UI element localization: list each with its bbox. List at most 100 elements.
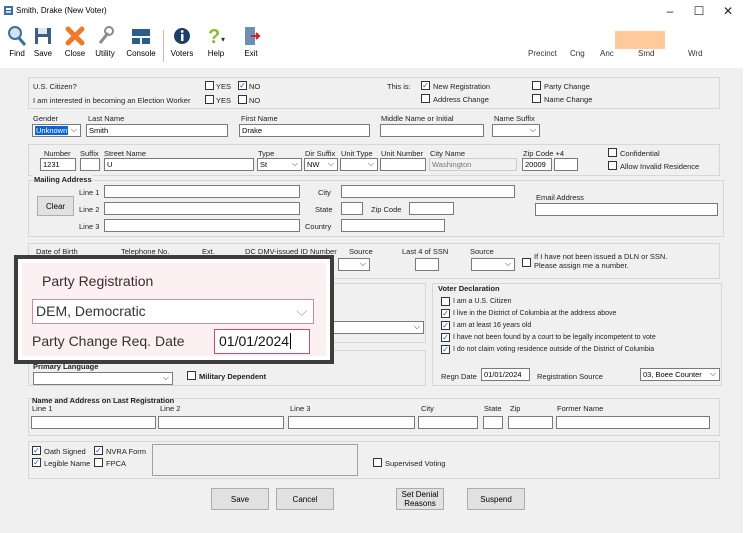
declaration-label: I am at least 16 years old	[453, 322, 532, 329]
number-input[interactable]: 1231	[40, 158, 76, 171]
console-button[interactable]: Console	[124, 25, 158, 58]
close-toolbar-button[interactable]: Close	[62, 25, 88, 58]
citizen-no-checkbox[interactable]: ✓	[238, 81, 247, 90]
last-reg-state-input[interactable]	[483, 416, 503, 429]
dir-suffix-select[interactable]: NW	[304, 158, 338, 171]
cng-label: Cng	[570, 49, 585, 58]
worker-no-checkbox[interactable]	[238, 95, 247, 104]
gender-select[interactable]: Unknown	[32, 124, 81, 137]
zip4-input[interactable]	[554, 158, 578, 171]
email-label: Email Address	[536, 193, 584, 202]
minimize-button[interactable]: –	[655, 2, 685, 20]
help-button[interactable]: ? ▾ Help	[202, 25, 230, 58]
city-name-label: City Name	[430, 149, 466, 158]
suspend-button[interactable]: Suspend	[467, 488, 525, 510]
no-dln-checkbox[interactable]	[522, 258, 531, 267]
party-change-label: Party Change	[544, 82, 590, 91]
mailing-state-input[interactable]	[341, 202, 363, 215]
exit-button[interactable]: Exit	[237, 25, 265, 58]
console-icon	[132, 29, 150, 44]
dmv-source-select[interactable]	[338, 258, 370, 271]
mailing-line3-input[interactable]	[104, 219, 300, 232]
unit-number-input[interactable]	[380, 158, 426, 171]
regn-date-input[interactable]: 01/01/2024	[481, 368, 530, 381]
name-change-checkbox[interactable]	[532, 94, 541, 103]
legible-name-checkbox[interactable]: ✓	[32, 458, 41, 467]
set-denial-reasons-button[interactable]: Set Denial Reasons	[396, 488, 444, 510]
smd-highlight	[615, 31, 665, 49]
legible-name-label: Legible Name	[44, 459, 91, 468]
save-button[interactable]: Save	[211, 488, 269, 510]
party-change-date-input[interactable]: 01/01/2024	[214, 329, 310, 354]
save-toolbar-button[interactable]: Save	[32, 25, 54, 58]
window-title: Smith, Drake (New Voter)	[16, 6, 107, 15]
declaration-checkbox[interactable]: ✓	[441, 345, 450, 354]
name-suffix-select[interactable]	[492, 124, 540, 137]
registration-source-select[interactable]: 03, Boee Counter	[640, 368, 720, 381]
this-is-label: This is:	[387, 82, 411, 91]
new-registration-checkbox[interactable]: ✓	[421, 81, 430, 90]
declaration-label: I am a U.S. Citizen	[453, 298, 512, 305]
suffix-label: Suffix	[80, 149, 99, 158]
former-name-label: Former Name	[557, 404, 604, 413]
utility-button[interactable]: Utility	[90, 25, 120, 58]
email-input[interactable]	[535, 203, 718, 216]
unit-type-select[interactable]	[340, 158, 378, 171]
ssn-source-select[interactable]	[471, 258, 515, 271]
declaration-checkbox[interactable]	[441, 297, 450, 306]
last-reg-line3-input[interactable]	[288, 416, 415, 429]
last-reg-city-input[interactable]	[418, 416, 478, 429]
oath-signed-checkbox[interactable]: ✓	[32, 446, 41, 455]
zip-input[interactable]: 20009	[522, 158, 552, 171]
party-select[interactable]: DEM, Democratic ⌵	[32, 299, 314, 324]
primary-language-select[interactable]	[33, 372, 173, 385]
fpca-checkbox[interactable]	[94, 458, 103, 467]
declaration-checkbox[interactable]: ✓	[441, 321, 450, 330]
supervised-voting-checkbox[interactable]	[373, 458, 382, 467]
last-name-input[interactable]: Smith	[86, 124, 228, 137]
last-reg-zip-label: Zip	[510, 404, 521, 413]
party-hidden-select[interactable]	[320, 321, 424, 334]
last-reg-line2-input[interactable]	[158, 416, 284, 429]
cancel-button[interactable]: Cancel	[276, 488, 334, 510]
mailing-title: Mailing Address	[33, 175, 93, 184]
declaration-checkbox[interactable]: ✓	[441, 333, 450, 342]
invalid-residence-checkbox[interactable]	[608, 161, 617, 170]
mailing-zip-input[interactable]	[409, 202, 454, 215]
notes-area[interactable]	[152, 444, 358, 476]
citizen-yes-checkbox[interactable]	[205, 81, 214, 90]
last-reg-city-label: City	[421, 404, 434, 413]
middle-name-input[interactable]	[380, 124, 484, 137]
declaration-title: Voter Declaration	[438, 284, 500, 293]
last-reg-zip-input[interactable]	[508, 416, 553, 429]
last-reg-line3-label: Line 3	[290, 404, 311, 413]
declaration-checkbox[interactable]: ✓	[441, 309, 450, 318]
voters-button[interactable]: Voters	[167, 25, 197, 58]
party-change-checkbox[interactable]	[532, 81, 541, 90]
worker-yes-checkbox[interactable]	[205, 95, 214, 104]
wrd-label: Wrd	[688, 49, 703, 58]
street-input[interactable]: U	[104, 158, 254, 171]
middle-name-label: Middle Name or Initial	[381, 114, 454, 123]
regn-date-label: Regn Date	[441, 372, 477, 381]
ssn-input[interactable]	[415, 258, 439, 271]
address-change-checkbox[interactable]	[421, 94, 430, 103]
mailing-country-input[interactable]	[341, 219, 445, 232]
ssn-label: Last 4 of SSN	[402, 247, 449, 256]
maximize-button[interactable]: ☐	[684, 2, 714, 20]
clear-button[interactable]: Clear	[37, 196, 74, 216]
mailing-line1-input[interactable]	[104, 185, 300, 198]
suffix-input[interactable]	[80, 158, 100, 171]
mailing-line2-input[interactable]	[104, 202, 300, 215]
nvra-form-checkbox[interactable]: ✓	[94, 446, 103, 455]
military-dependent-checkbox[interactable]	[187, 371, 196, 380]
last-reg-line1-input[interactable]	[31, 416, 156, 429]
confidential-checkbox[interactable]	[608, 148, 617, 157]
find-button[interactable]: Find	[6, 25, 28, 58]
former-name-input[interactable]	[556, 416, 710, 429]
close-window-button[interactable]: ✕	[713, 2, 743, 20]
info-icon	[174, 28, 190, 44]
mailing-city-input[interactable]	[341, 185, 515, 198]
first-name-input[interactable]: Drake	[239, 124, 370, 137]
type-select[interactable]: St	[257, 158, 302, 171]
